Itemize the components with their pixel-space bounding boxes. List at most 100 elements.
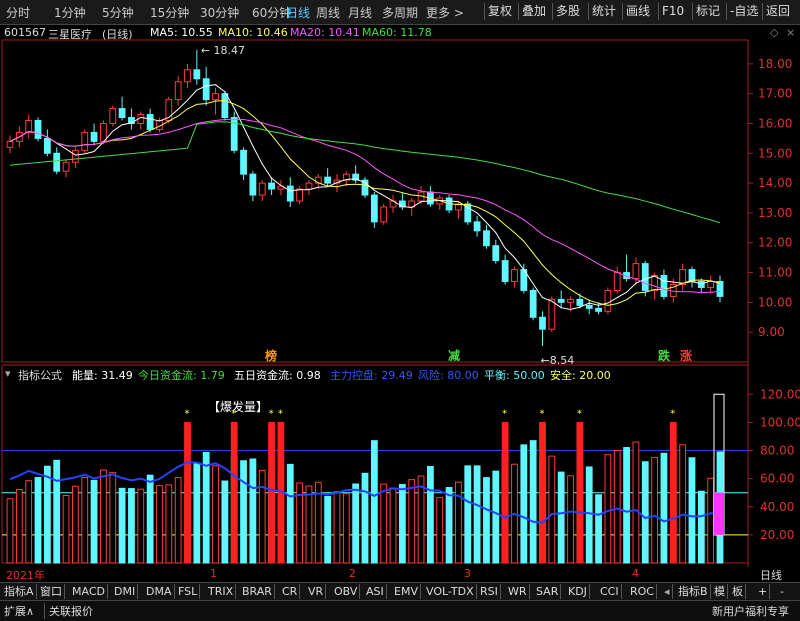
burst-bar	[576, 421, 584, 564]
tab-indicator-a[interactable]: 指标A	[2, 584, 37, 599]
indicator-bar	[464, 465, 472, 564]
scroll-left-icon[interactable]: ◂	[662, 584, 673, 599]
indicator-bar	[202, 452, 210, 564]
candle-body	[585, 304, 593, 309]
chevron-down-icon[interactable]: ▾	[5, 367, 11, 380]
tab-fsl[interactable]: FSL	[176, 584, 201, 599]
candle-body	[174, 81, 182, 101]
candle-body	[604, 289, 612, 312]
tab-brar[interactable]: BRAR	[240, 584, 275, 599]
date-label-year: 2021年	[6, 569, 45, 582]
indicator-bar	[352, 483, 360, 564]
burst-star: *	[185, 408, 190, 419]
tab-indicator-b[interactable]: 指标B	[676, 584, 711, 599]
tab-sar[interactable]: SAR	[534, 584, 562, 599]
low-price-label: ←8.54	[541, 354, 575, 367]
related-quote-button[interactable]: 关联报价	[44, 603, 93, 619]
indicator-bar	[212, 465, 219, 564]
remove-tab-button[interactable]: -	[778, 584, 786, 599]
date-label-month: 4	[632, 567, 639, 580]
safe-value: 安全: 20.00	[550, 369, 611, 382]
tab-cci[interactable]: CCI	[598, 584, 622, 599]
indicator-bar	[128, 488, 135, 564]
candle-body	[193, 69, 201, 80]
indicator-bar	[370, 440, 378, 564]
indicator-bar	[342, 493, 350, 564]
tab-roc[interactable]: ROC	[628, 584, 657, 599]
indicator-bar	[240, 460, 247, 564]
indicator-bar	[43, 465, 51, 564]
price-tick-label: 17.00	[758, 87, 792, 101]
indicator-bar	[455, 481, 462, 564]
candle-body	[268, 182, 275, 190]
indicator-bar	[688, 457, 696, 564]
tab-kdj[interactable]: KDJ	[566, 584, 590, 599]
burst-bar	[268, 421, 275, 564]
indicator-bar	[585, 466, 593, 564]
indicator-bar	[286, 463, 294, 564]
candle-body	[43, 137, 51, 154]
tab-rsi[interactable]: RSI	[478, 584, 501, 599]
candle-body	[6, 140, 14, 148]
indicator-bar	[81, 477, 89, 564]
candle-body	[212, 93, 219, 101]
add-tab-button[interactable]: +	[756, 584, 771, 599]
ma60-line	[9, 121, 721, 224]
expand-button[interactable]: 扩展∧	[4, 603, 34, 619]
candle-body	[305, 182, 313, 190]
tab-vol-tdx[interactable]: VOL-TDX	[424, 584, 477, 599]
candle-body	[240, 149, 247, 175]
tab-window[interactable]: 窗口	[38, 584, 65, 599]
tab-obv[interactable]: OBV	[332, 584, 361, 599]
indicator-bar	[408, 479, 416, 564]
indicator-bar	[398, 483, 406, 564]
indicator-bar	[53, 459, 61, 564]
candle-body	[707, 281, 715, 288]
candle-body	[296, 188, 304, 202]
indicator-bar	[473, 465, 481, 564]
indicator-bar	[604, 454, 612, 564]
indicator-tick-label: 100.00	[760, 415, 800, 429]
indicator-bar	[90, 479, 98, 564]
indicator-name[interactable]: 指标公式	[18, 367, 62, 383]
indicator-bar	[380, 483, 388, 564]
today-flow-value: 今日资金流: 1.79	[138, 369, 225, 382]
tab-dmi[interactable]: DMI	[112, 584, 139, 599]
tab-vr[interactable]: VR	[306, 584, 327, 599]
indicator-bar	[193, 463, 201, 564]
tab-asi[interactable]: ASI	[364, 584, 387, 599]
tab-emv[interactable]: EMV	[392, 584, 421, 599]
tab-dma[interactable]: DMA	[144, 584, 175, 599]
indicator-bar	[25, 480, 33, 564]
candle-body	[324, 176, 332, 184]
indicator-bar	[34, 476, 42, 564]
indicator-bar	[146, 474, 154, 564]
tab-wr[interactable]: WR	[506, 584, 530, 599]
tab-cr[interactable]: CR	[280, 584, 301, 599]
indicator-bar	[109, 472, 117, 564]
indicator-bar	[71, 485, 79, 564]
indicator-bar	[221, 480, 229, 564]
candle-body	[202, 78, 210, 101]
candle-body	[492, 245, 500, 262]
kline-chart[interactable]: 18.00 17.00 16.00 15.00 14.00 13.00 12.00 11.00…	[0, 0, 800, 582]
indicator-bar	[679, 444, 687, 564]
candle-body	[688, 269, 696, 282]
indicator-tick-label: 40.00	[760, 500, 794, 514]
date-label-month: 3	[464, 567, 471, 580]
status-bar: 扩展∧ 关联报价 新用户福利专享	[0, 600, 800, 621]
tab-panel[interactable]: 板	[730, 584, 746, 599]
candle-body	[613, 272, 621, 291]
burst-star: *	[670, 408, 675, 419]
candle-body	[501, 260, 509, 283]
tab-macd[interactable]: MACD	[70, 584, 108, 599]
tab-template[interactable]: 模	[712, 584, 728, 599]
indicator-bar	[156, 485, 163, 564]
indicator-bars: * * * * * * * *【爆发量】	[2, 393, 748, 564]
candle-body	[146, 114, 154, 130]
price-tick-label: 14.00	[758, 176, 792, 190]
tab-trix[interactable]: TRIX	[206, 584, 237, 599]
new-user-promo-link[interactable]: 新用户福利专享	[712, 603, 789, 619]
indicator-bar	[305, 485, 313, 564]
indicator-bar	[333, 491, 341, 564]
